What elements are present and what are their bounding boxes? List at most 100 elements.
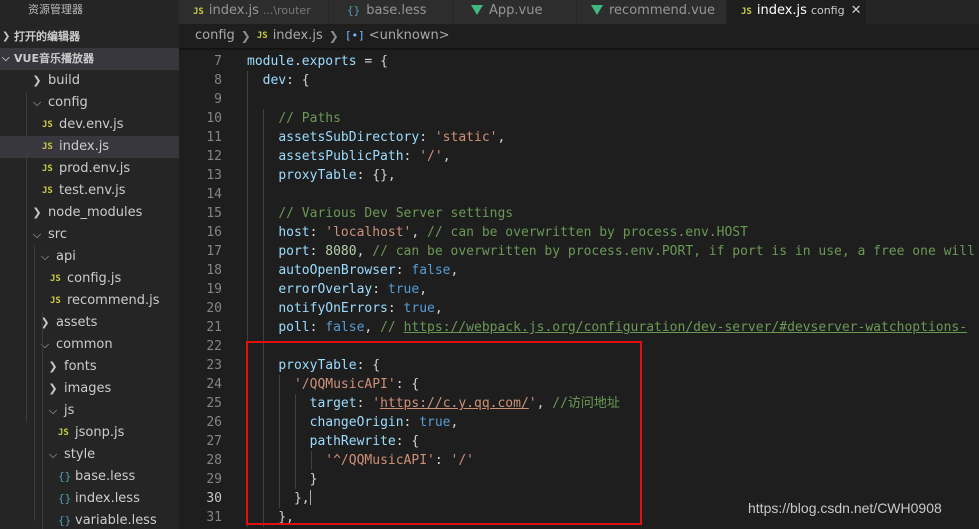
- tab-description: config: [810, 4, 845, 17]
- tree-item-jsonp-js[interactable]: JS jsonp.js: [0, 422, 179, 444]
- line-number: 20: [206, 301, 222, 316]
- chevron-down-icon: ⌵: [40, 250, 50, 263]
- line-number: 10: [206, 111, 222, 126]
- code-line[interactable]: module.exports = {: [247, 52, 388, 71]
- indent-guide: [42, 312, 43, 529]
- tree-item-label: style: [64, 447, 96, 462]
- chevron-right-icon: ❯: [2, 31, 11, 42]
- project-label: VUE音乐播放器: [14, 52, 94, 65]
- highlight-box: [246, 341, 642, 525]
- tree-item-label: node_modules: [48, 205, 143, 220]
- code-line[interactable]: autoOpenBrowser: false,: [247, 261, 458, 280]
- code-line[interactable]: // Various Dev Server settings: [247, 204, 513, 223]
- explorer-sidebar: 资源管理器 ❯ 打开的编辑器 ⌵ VUE音乐播放器 ❯ build ⌵ config J…: [0, 0, 179, 529]
- tree-item-variable-less[interactable]: {} variable.less: [0, 510, 179, 529]
- tree-item-label: prod.env.js: [59, 161, 131, 176]
- line-number: 7: [214, 54, 222, 69]
- vue-file-icon: [471, 5, 483, 15]
- line-number: 23: [206, 358, 222, 373]
- tree-item-label: src: [48, 227, 67, 242]
- code-line[interactable]: host: 'localhost', // can be overwritten…: [247, 223, 748, 242]
- js-file-icon: JS: [42, 186, 53, 196]
- tree-item-style[interactable]: ⌵ style: [0, 444, 179, 466]
- tree-item-build[interactable]: ❯ build: [0, 70, 179, 92]
- line-number: 16: [206, 225, 222, 240]
- chevron-right-icon: ❯: [48, 382, 58, 395]
- line-number: 11: [206, 130, 222, 145]
- tree-item-label: recommend.js: [67, 293, 160, 308]
- chevron-right-icon: ❯: [240, 29, 251, 43]
- code-line[interactable]: poll: false, // https://webpack.js.org/c…: [247, 318, 967, 337]
- line-number: 9: [214, 92, 222, 107]
- chevron-right-icon: ❯: [32, 206, 42, 219]
- line-number: 25: [206, 396, 222, 411]
- breadcrumb: config ❯ JS index.js ❯ [•] <unknown>: [179, 24, 979, 48]
- tree-item-base-less[interactable]: {} base.less: [0, 466, 179, 488]
- less-file-icon: {}: [347, 4, 361, 17]
- js-file-icon: JS: [42, 142, 53, 152]
- chevron-down-icon: ⌵: [48, 448, 58, 461]
- line-number: 26: [206, 415, 222, 430]
- line-number: 14: [206, 187, 222, 202]
- symbol-icon: [•]: [344, 29, 365, 42]
- tree-item-label: index.js: [59, 139, 110, 154]
- breadcrumb-folder[interactable]: config: [195, 28, 235, 43]
- chevron-right-icon: ❯: [32, 74, 42, 87]
- tree-item-label: jsonp.js: [75, 425, 125, 440]
- code-line[interactable]: port: 8080, // can be overwritten by pro…: [247, 242, 979, 261]
- vue-file-icon: [591, 5, 603, 15]
- tree-item-index-less[interactable]: {} index.less: [0, 488, 179, 510]
- tree-item-label: images: [64, 381, 112, 396]
- line-number: 18: [206, 263, 222, 278]
- tree-item-label: variable.less: [75, 513, 157, 528]
- tab-app-vue[interactable]: App.vue: [453, 0, 577, 24]
- js-file-icon: JS: [42, 120, 53, 130]
- tree-item-label: index.less: [75, 491, 140, 506]
- editor-tabs: JS index.js ...\router {} base.less App.vue…: [179, 0, 979, 24]
- code-line[interactable]: proxyTable: {},: [247, 166, 395, 185]
- chevron-right-icon: ❯: [328, 29, 339, 43]
- line-number: 27: [206, 434, 222, 449]
- chevron-right-icon: ❯: [48, 360, 58, 373]
- tab-label: index.js: [756, 3, 807, 18]
- line-number: 22: [206, 339, 222, 354]
- line-number: 19: [206, 282, 222, 297]
- code-line[interactable]: dev: {: [247, 71, 310, 90]
- breadcrumb-symbol[interactable]: <unknown>: [369, 28, 450, 43]
- less-file-icon: {}: [58, 514, 72, 527]
- watermark: https://blog.csdn.net/CWH0908: [748, 500, 942, 516]
- tree-item-label: dev.env.js: [59, 117, 124, 132]
- tree-item-label: config: [48, 95, 88, 110]
- tab-label: base.less: [366, 3, 427, 18]
- chevron-down-icon: ⌵: [2, 53, 10, 64]
- js-file-icon: JS: [741, 7, 752, 17]
- close-icon[interactable]: ✕: [851, 3, 862, 18]
- tab-config-index-js[interactable]: JS index.js config ✕: [727, 0, 867, 24]
- line-number: 13: [206, 168, 222, 183]
- tree-item-label: common: [56, 337, 113, 352]
- line-number: 31: [206, 510, 222, 525]
- tree-item-label: fonts: [64, 359, 97, 374]
- tab-router-index-js[interactable]: JS index.js ...\router: [179, 0, 329, 24]
- indent-guide: [26, 92, 27, 422]
- js-file-icon: JS: [256, 31, 268, 41]
- line-number: 15: [206, 206, 222, 221]
- line-number: 17: [206, 244, 222, 259]
- tab-recommend-vue[interactable]: recommend.vue: [577, 0, 727, 24]
- code-line[interactable]: assetsPublicPath: '/',: [247, 147, 450, 166]
- tab-description: ...\router: [262, 4, 311, 17]
- chevron-down-icon: ⌵: [32, 228, 42, 241]
- tree-item-label: config.js: [67, 271, 122, 286]
- code-line[interactable]: assetsSubDirectory: 'static',: [247, 128, 505, 147]
- chevron-down-icon: ⌵: [32, 96, 42, 109]
- open-editors-section[interactable]: ❯ 打开的编辑器: [0, 26, 179, 48]
- code-line[interactable]: notifyOnErrors: true,: [247, 299, 442, 318]
- explorer-title: 资源管理器: [28, 3, 83, 16]
- project-section[interactable]: ⌵ VUE音乐播放器: [0, 48, 179, 70]
- code-line[interactable]: // Paths: [247, 109, 341, 128]
- indent-guide: [34, 246, 35, 521]
- breadcrumb-file[interactable]: index.js: [273, 28, 323, 43]
- tree-item-label: assets: [56, 315, 98, 330]
- tab-base-less[interactable]: {} base.less: [329, 0, 453, 24]
- code-line[interactable]: errorOverlay: true,: [247, 280, 427, 299]
